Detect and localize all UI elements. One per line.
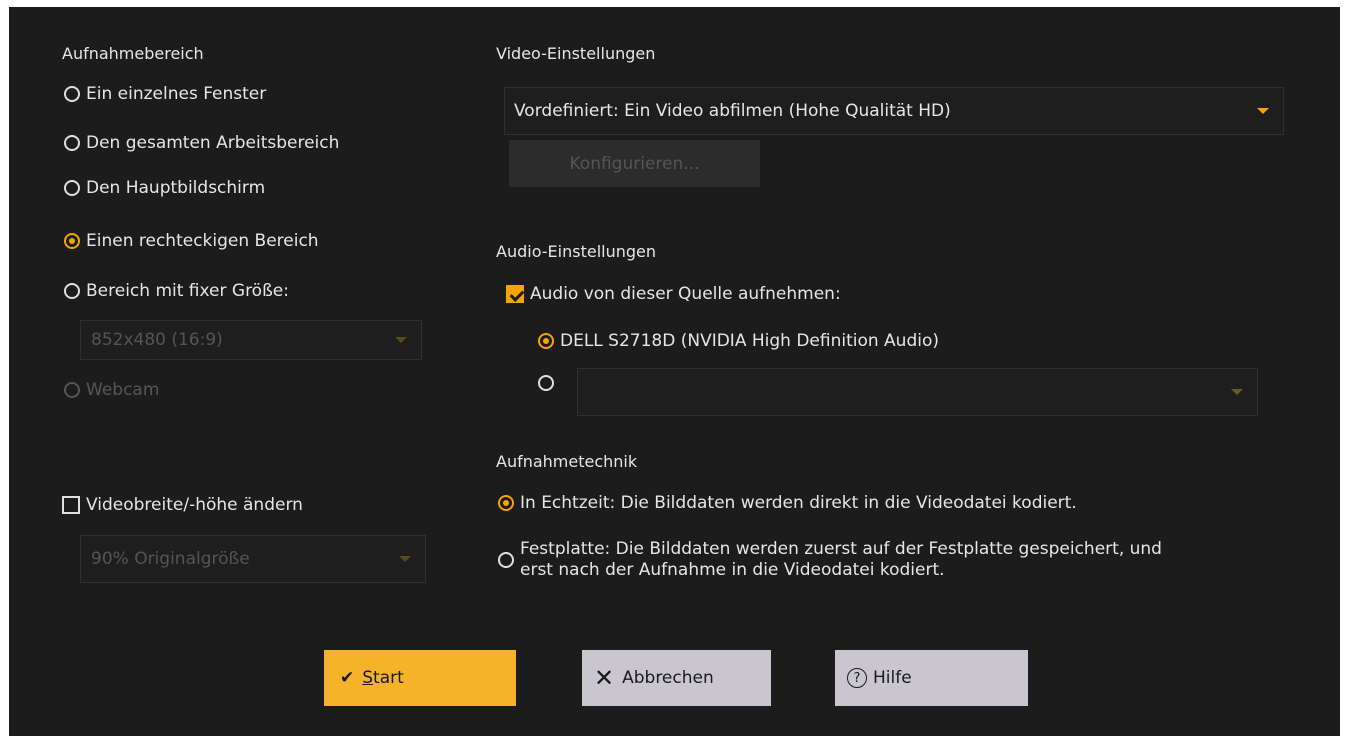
video-size-value: 90% Originalgröße	[91, 549, 250, 569]
checkbox-label: Audio von dieser Quelle aufnehmen:	[530, 284, 841, 304]
help-label: Hilfe	[873, 668, 912, 688]
configure-label: Konfigurieren...	[569, 153, 700, 174]
radio-label: Den gesamten Arbeitsbereich	[86, 133, 340, 153]
help-button[interactable]: ? Hilfe	[835, 650, 1028, 706]
radio-realtime[interactable]: In Echtzeit: Die Bilddaten werden direkt…	[498, 493, 1077, 513]
fixed-size-value: 852x480 (16:9)	[91, 330, 223, 350]
cancel-label: Abbrechen	[622, 668, 714, 688]
checkmark-icon: ✔	[340, 668, 355, 688]
radio-main-screen[interactable]: Den Hauptbildschirm	[64, 178, 265, 198]
video-settings-title: Video-Einstellungen	[496, 44, 656, 63]
capture-area-title: Aufnahmebereich	[62, 44, 204, 63]
record-audio-checkbox[interactable]: Audio von dieser Quelle aufnehmen:	[506, 284, 841, 304]
radio-rectangular-area[interactable]: Einen rechteckigen Bereich	[64, 231, 319, 251]
radio-indicator-selected	[498, 495, 514, 511]
start-label-rest: tart	[373, 668, 404, 688]
radio-indicator	[498, 552, 514, 568]
chevron-down-icon	[1231, 389, 1243, 395]
disk-label-line2: erst nach der Aufnahme in die Videodatei…	[520, 560, 945, 580]
radio-label: DELL S2718D (NVIDIA High Definition Audi…	[560, 331, 940, 351]
radio-label: Den Hauptbildschirm	[86, 178, 266, 198]
configure-button[interactable]: Konfigurieren...	[509, 140, 760, 187]
radio-indicator	[64, 86, 80, 102]
capture-settings-dialog: Aufnahmebereich Ein einzelnes Fenster De…	[9, 7, 1340, 736]
chevron-down-icon	[395, 337, 407, 343]
radio-label: Webcam	[86, 380, 160, 400]
radio-webcam[interactable]: Webcam	[64, 380, 159, 400]
radio-whole-workspace[interactable]: Den gesamten Arbeitsbereich	[64, 133, 339, 153]
audio-settings-title: Audio-Einstellungen	[496, 242, 657, 261]
radio-label: Festplatte: Die Bilddaten werden zuerst …	[520, 539, 1162, 581]
radio-disk[interactable]: Festplatte: Die Bilddaten werden zuerst …	[498, 539, 1162, 581]
video-preset-value: Vordefiniert: Ein Video abfilmen (Hohe Q…	[514, 101, 951, 121]
video-preset-select[interactable]: Vordefiniert: Ein Video abfilmen (Hohe Q…	[504, 87, 1284, 135]
start-button[interactable]: ✔ Start	[324, 650, 516, 706]
radio-indicator	[64, 135, 80, 151]
start-label: Start	[362, 668, 404, 688]
cancel-button[interactable]: ✕ Abbrechen	[582, 650, 771, 706]
radio-indicator	[64, 283, 80, 299]
start-mnemonic: S	[362, 668, 374, 688]
disk-label-line1: Festplatte: Die Bilddaten werden zuerst …	[520, 539, 1162, 559]
help-icon: ?	[847, 668, 867, 688]
radio-single-window[interactable]: Ein einzelnes Fenster	[64, 84, 266, 104]
checkbox-label: Videobreite/-höhe ändern	[86, 495, 303, 515]
fixed-size-select[interactable]: 852x480 (16:9)	[80, 320, 422, 360]
close-icon: ✕	[594, 664, 615, 692]
radio-fixed-size-area[interactable]: Bereich mit fixer Größe:	[64, 281, 289, 301]
radio-indicator	[64, 180, 80, 196]
radio-audio-source-dell[interactable]: DELL S2718D (NVIDIA High Definition Audi…	[538, 331, 939, 351]
checkbox-indicator-checked	[506, 285, 524, 303]
radio-audio-source-other[interactable]	[538, 375, 560, 391]
radio-indicator	[538, 375, 554, 391]
checkbox-indicator	[62, 496, 80, 514]
chevron-down-icon	[1257, 108, 1269, 114]
radio-label: Einen rechteckigen Bereich	[86, 231, 319, 251]
radio-label: Bereich mit fixer Größe:	[86, 281, 289, 301]
audio-source-select[interactable]	[577, 368, 1258, 416]
radio-label: Ein einzelnes Fenster	[86, 84, 267, 104]
radio-indicator-disabled	[64, 382, 80, 398]
radio-label: In Echtzeit: Die Bilddaten werden direkt…	[520, 493, 1077, 513]
radio-indicator-selected	[64, 233, 80, 249]
capture-technique-title: Aufnahmetechnik	[496, 452, 638, 471]
video-size-select[interactable]: 90% Originalgröße	[80, 535, 426, 583]
chevron-down-icon	[399, 556, 411, 562]
radio-indicator-selected	[538, 333, 554, 349]
resize-video-checkbox[interactable]: Videobreite/-höhe ändern	[62, 495, 303, 515]
